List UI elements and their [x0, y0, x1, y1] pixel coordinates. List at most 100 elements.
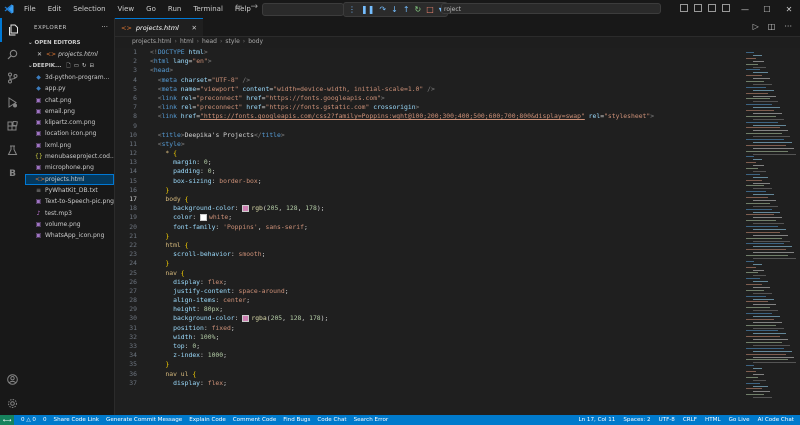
refresh-icon[interactable]: ↻ — [82, 60, 87, 72]
run-debug-icon[interactable] — [0, 90, 25, 114]
status-item[interactable]: 0 △ 0 — [21, 417, 36, 423]
split-editor-icon[interactable]: ◫ — [768, 22, 776, 31]
manage-gear-icon[interactable] — [0, 391, 25, 415]
close-window-icon[interactable]: ✕ — [778, 5, 800, 14]
file-item[interactable]: ▣ Text-to-Speech-pic.png — [25, 196, 114, 207]
breadcrumb-item[interactable]: head — [202, 38, 217, 45]
file-item[interactable]: ◆ app.py — [25, 83, 114, 94]
status-item[interactable]: CRLF — [683, 417, 697, 423]
menu-item-go[interactable]: Go — [140, 0, 162, 18]
code-token: display — [173, 277, 201, 286]
restart-icon[interactable]: ↻ — [415, 5, 422, 14]
status-item[interactable]: UTF-8 — [659, 417, 675, 423]
command-center-search[interactable]: roject — [441, 3, 661, 14]
open-editor-item[interactable]: ✕ <> projects.html — [25, 49, 114, 60]
status-item[interactable]: HTML — [705, 417, 721, 423]
step-out-icon[interactable]: ↑ — [403, 5, 410, 14]
breadcrumb-item[interactable]: style — [225, 38, 239, 45]
file-item[interactable]: ▣ lxml.png — [25, 140, 114, 151]
forward-arrow-icon[interactable]: → — [251, 2, 259, 12]
menu-item-selection[interactable]: Selection — [67, 0, 111, 18]
toggle-panel-icon[interactable] — [694, 4, 702, 12]
pause-icon[interactable]: ❚❚ — [361, 5, 374, 14]
color-swatch-icon[interactable] — [200, 213, 208, 221]
file-item[interactable]: ▣ klipartz.com.png — [25, 117, 114, 128]
project-folder-header[interactable]: ⌄ DEEPIK... 🗋 ▭ ↻ ⊟ — [25, 60, 114, 72]
file-item[interactable]: ▣ location icon.png — [25, 128, 114, 139]
minimap-line — [753, 141, 792, 143]
menu-item-file[interactable]: File — [18, 0, 42, 18]
breadcrumb-item[interactable]: body — [248, 38, 263, 45]
file-item[interactable]: ▣ email.png — [25, 106, 114, 117]
color-swatch-icon[interactable] — [242, 204, 250, 212]
close-tab-icon[interactable]: ✕ — [192, 24, 197, 32]
toggle-sidebar-icon[interactable] — [680, 4, 688, 12]
remote-indicator-icon[interactable]: ⟷ — [0, 415, 14, 425]
status-item[interactable]: AI Code Chat — [758, 417, 794, 423]
account-icon[interactable] — [0, 367, 25, 391]
file-item[interactable]: ♪ test.mp3 — [25, 208, 114, 219]
code-token: html — [184, 48, 204, 56]
minimap[interactable] — [740, 48, 800, 415]
code-token: "preconnect" — [196, 103, 243, 112]
file-item[interactable]: ▣ volume.png — [25, 219, 114, 230]
file-item[interactable]: ◆ 3d-python-program... — [25, 72, 114, 83]
status-item[interactable]: Generate Commit Message — [106, 417, 182, 423]
customize-layout-icon[interactable] — [722, 4, 730, 12]
step-into-icon[interactable]: ↓ — [391, 5, 398, 14]
status-item[interactable]: Spaces: 2 — [623, 417, 650, 423]
status-item[interactable]: Find Bugs — [283, 417, 310, 423]
color-swatch-icon[interactable] — [242, 314, 250, 322]
code-token: > — [415, 103, 420, 112]
back-arrow-icon[interactable]: ← — [235, 2, 243, 12]
file-item[interactable]: ▣ WhatsApp_icon.png — [25, 230, 114, 241]
more-icon[interactable]: ··· — [784, 22, 792, 31]
new-file-icon[interactable]: 🗋 — [66, 60, 70, 72]
status-item[interactable]: Ln 17, Col 11 — [578, 417, 615, 423]
code-editor[interactable]: 1 <!DOCTYPE html> 2 <html lang="en"> 3 <head>… — [115, 48, 740, 415]
explorer-icon[interactable] — [0, 18, 25, 42]
status-item[interactable]: Search Error — [354, 417, 389, 423]
stop-icon[interactable]: □ — [426, 5, 434, 14]
breadcrumb-item[interactable]: projects.html — [132, 38, 172, 45]
toggle-secondary-sidebar-icon[interactable] — [708, 4, 716, 12]
more-actions-icon[interactable]: ··· — [101, 23, 108, 31]
file-item[interactable]: ≡ PyWhatKit_DB.txt — [25, 185, 114, 196]
code-token: DOCTYPE — [157, 48, 185, 56]
extensions-icon[interactable] — [0, 114, 25, 138]
status-item[interactable]: Comment Code — [233, 417, 277, 423]
step-over-icon[interactable]: ↷ — [379, 5, 386, 14]
minimize-icon[interactable]: — — [734, 5, 756, 14]
file-item[interactable]: <> projects.html — [25, 173, 114, 185]
menu-item-terminal[interactable]: Terminal — [187, 0, 229, 18]
menu-item-view[interactable]: View — [112, 0, 141, 18]
open-editors-section[interactable]: ⌄ OPEN EDITORS — [25, 38, 114, 49]
drag-handle-icon[interactable]: ⋮ — [348, 5, 356, 14]
new-folder-icon[interactable]: ▭ — [74, 60, 79, 72]
menu-item-run[interactable]: Run — [162, 0, 187, 18]
collapse-all-icon[interactable]: ⊟ — [90, 60, 95, 72]
file-item[interactable]: ▣ chat.png — [25, 95, 114, 106]
maximize-icon[interactable]: ☐ — [756, 5, 778, 14]
status-item[interactable]: Code Chat — [317, 417, 346, 423]
menu-item-edit[interactable]: Edit — [42, 0, 68, 18]
file-item[interactable]: ▣ microphone.png — [25, 162, 114, 173]
minimap-line — [746, 359, 788, 361]
status-item[interactable]: Go Live — [729, 417, 750, 423]
command-center-left[interactable] — [262, 3, 344, 16]
source-control-icon[interactable] — [0, 66, 25, 90]
minimap-line — [753, 373, 764, 375]
search-icon[interactable] — [0, 42, 25, 66]
status-item[interactable]: Share Code Link — [54, 417, 99, 423]
run-icon[interactable]: ▷ — [753, 22, 759, 31]
file-item[interactable]: {} menubaseproject.cod... — [25, 151, 114, 162]
minimap-line — [753, 54, 762, 56]
breadcrumb-item[interactable]: html — [180, 38, 194, 45]
close-icon[interactable]: ✕ — [37, 51, 42, 58]
blackbox-icon[interactable]: B — [0, 162, 25, 186]
tab-projects-html[interactable]: <> projects.html ✕ — [115, 18, 203, 36]
status-item[interactable]: 0 — [43, 417, 47, 423]
status-item[interactable]: Explain Code — [189, 417, 226, 423]
testing-icon[interactable] — [0, 138, 25, 162]
